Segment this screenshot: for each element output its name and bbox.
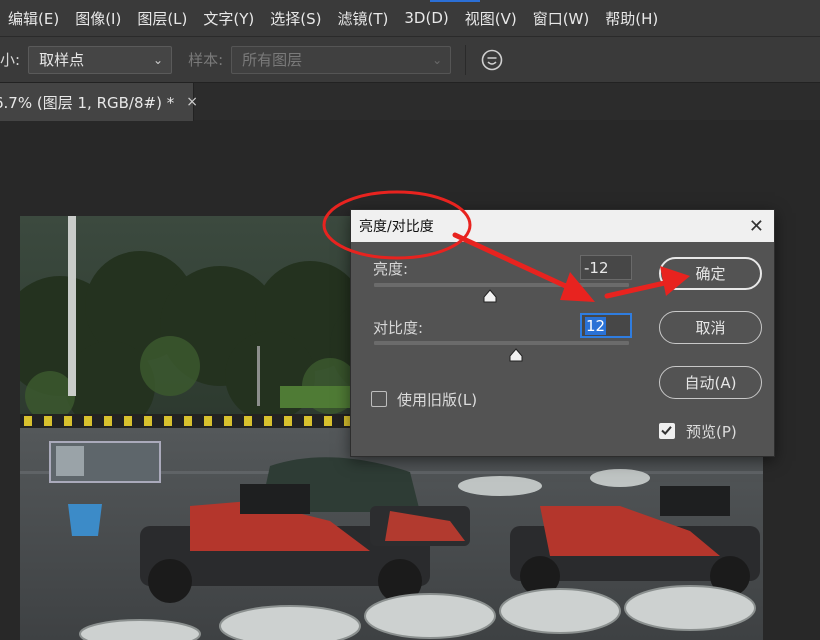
document-tab[interactable]: 6.7% (图层 1, RGB/8#) * × bbox=[0, 83, 198, 121]
menu-view[interactable]: 视图(V) bbox=[457, 8, 525, 29]
sample-layers-value: 所有图层 bbox=[242, 51, 303, 69]
preview-checkbox[interactable] bbox=[659, 423, 675, 439]
brightness-slider-track[interactable] bbox=[374, 283, 629, 287]
legacy-label: 使用旧版(L) bbox=[397, 391, 478, 409]
contrast-slider-track[interactable] bbox=[374, 341, 629, 345]
menu-image[interactable]: 图像(I) bbox=[67, 8, 129, 29]
menu-3d[interactable]: 3D(D) bbox=[396, 9, 456, 27]
dialog-title: 亮度/对比度 bbox=[359, 219, 434, 235]
brightness-input[interactable]: -12 bbox=[580, 255, 632, 280]
chevron-down-icon: ⌄ bbox=[153, 52, 164, 67]
menu-type[interactable]: 文字(Y) bbox=[195, 8, 262, 29]
chevron-down-icon: ⌄ bbox=[432, 52, 443, 67]
ok-button-label: 确定 bbox=[695, 265, 726, 283]
dialog-title-bar[interactable]: 亮度/对比度 ✕ bbox=[351, 210, 774, 242]
menu-bar: 编辑(E) 图像(I) 图层(L) 文字(Y) 选择(S) 滤镜(T) 3D(D… bbox=[0, 0, 820, 36]
cancel-button[interactable]: 取消 bbox=[659, 311, 762, 344]
divider bbox=[465, 44, 467, 75]
menu-edit[interactable]: 编辑(E) bbox=[0, 8, 67, 29]
sample-size-value: 取样点 bbox=[39, 51, 85, 69]
auto-button[interactable]: 自动(A) bbox=[659, 366, 762, 399]
contrast-slider-thumb[interactable] bbox=[509, 348, 523, 362]
face-icon[interactable] bbox=[480, 48, 504, 72]
contrast-value: 12 bbox=[585, 316, 607, 335]
ok-button[interactable]: 确定 bbox=[659, 257, 762, 290]
close-icon[interactable]: ✕ bbox=[749, 216, 764, 237]
menu-select[interactable]: 选择(S) bbox=[262, 8, 329, 29]
brightness-contrast-dialog: 亮度/对比度 ✕ 亮度: -12 对比度: 12 使用旧版(L) 确定 取消 自… bbox=[350, 209, 775, 457]
cancel-button-label: 取消 bbox=[695, 319, 726, 337]
menu-layer[interactable]: 图层(L) bbox=[129, 8, 195, 29]
legacy-checkbox[interactable] bbox=[371, 391, 387, 407]
brightness-label: 亮度: bbox=[373, 260, 409, 278]
contrast-input[interactable]: 12 bbox=[580, 313, 632, 338]
menu-window[interactable]: 窗口(W) bbox=[525, 8, 598, 29]
document-tab-title: 6.7% (图层 1, RGB/8#) * bbox=[0, 93, 175, 112]
document-tab-bar: 6.7% (图层 1, RGB/8#) * × bbox=[0, 82, 820, 121]
menu-filter[interactable]: 滤镜(T) bbox=[330, 8, 397, 29]
options-bar: 小: 取样点 ⌄ 样本: 所有图层 ⌄ bbox=[0, 36, 820, 82]
preview-label: 预览(P) bbox=[686, 423, 737, 441]
sample-size-label: 小: bbox=[0, 51, 21, 69]
menu-accent-line bbox=[430, 0, 480, 2]
sample-label: 样本: bbox=[188, 51, 224, 69]
contrast-label: 对比度: bbox=[373, 319, 424, 337]
sample-size-select[interactable]: 取样点 ⌄ bbox=[28, 45, 173, 74]
checkmark-icon bbox=[661, 426, 672, 435]
brightness-slider-thumb[interactable] bbox=[483, 289, 497, 303]
brightness-value: -12 bbox=[584, 258, 609, 277]
menu-help[interactable]: 帮助(H) bbox=[597, 8, 666, 29]
sample-layers-select[interactable]: 所有图层 ⌄ bbox=[231, 45, 452, 74]
auto-button-label: 自动(A) bbox=[684, 374, 737, 392]
close-icon[interactable]: × bbox=[186, 94, 198, 110]
